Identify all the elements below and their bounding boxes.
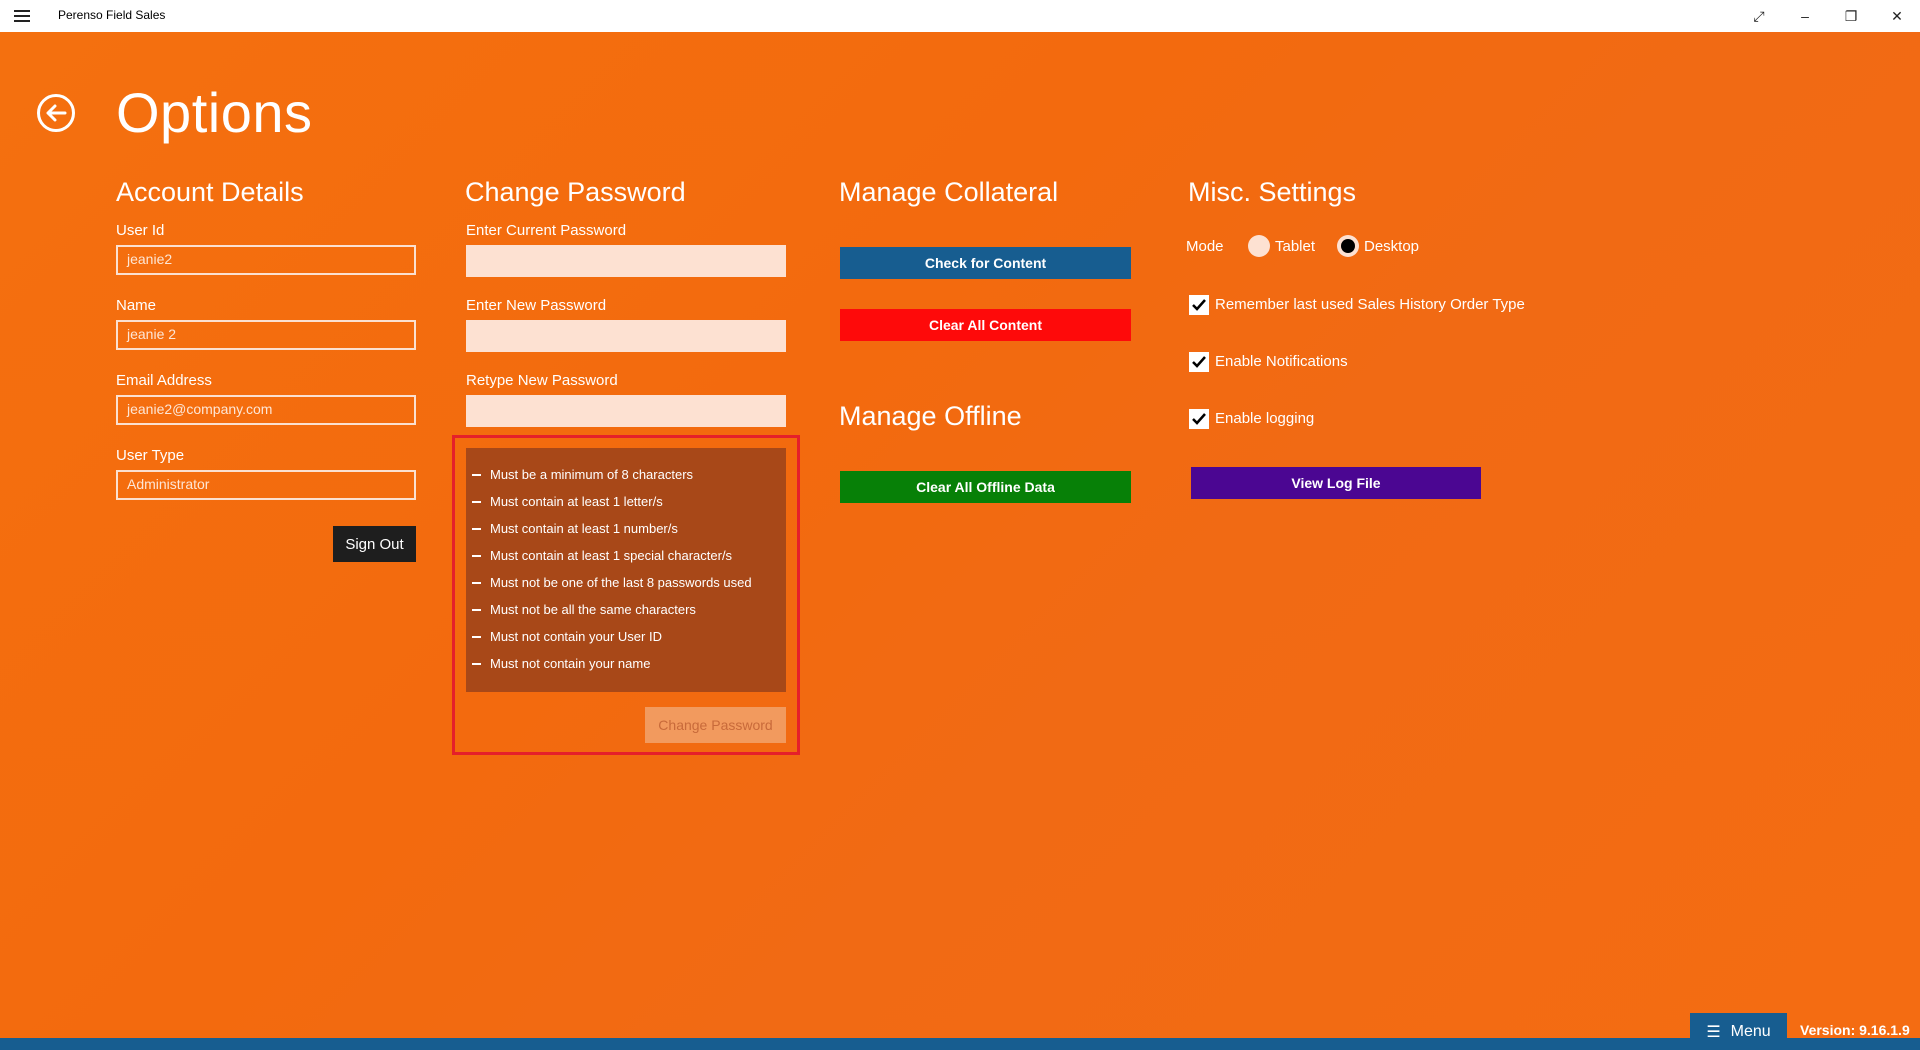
enable-logging-label: Enable logging [1215, 410, 1315, 427]
manage-offline-heading: Manage Offline [839, 401, 1022, 431]
mode-desktop-radio[interactable] [1337, 235, 1359, 257]
radio-dot-icon [1341, 239, 1355, 253]
user-id-label: User Id [116, 222, 165, 239]
name-label: Name [116, 297, 157, 314]
restore-button[interactable]: ❐ [1828, 0, 1874, 32]
password-rule: Must contain at least 1 letter/s [472, 494, 663, 509]
remember-order-type-label: Remember last used Sales History Order T… [1215, 296, 1525, 313]
email-label: Email Address [116, 372, 212, 389]
close-button[interactable]: ✕ [1874, 0, 1920, 32]
user-id-field[interactable]: jeanie2 [116, 245, 416, 275]
sign-out-button[interactable]: Sign Out [333, 526, 416, 562]
enable-notifications-label: Enable Notifications [1215, 353, 1348, 370]
hamburger-icon[interactable] [14, 8, 30, 24]
dash-icon [472, 527, 481, 530]
dash-icon [472, 581, 481, 584]
password-rule: Must contain at least 1 special characte… [472, 548, 732, 563]
menu-icon: ☰ [1706, 1023, 1721, 1041]
dash-icon [472, 473, 481, 476]
dash-icon [472, 635, 481, 638]
minimize-button[interactable]: – [1782, 0, 1828, 32]
current-password-label: Enter Current Password [466, 222, 627, 239]
remember-order-type-checkbox[interactable] [1189, 295, 1209, 315]
checkmark-icon [1192, 299, 1206, 311]
mode-label: Mode [1186, 238, 1224, 255]
misc-settings-heading: Misc. Settings [1188, 177, 1357, 207]
current-password-input[interactable] [466, 245, 786, 277]
menu-label: Menu [1730, 1022, 1771, 1040]
dash-icon [472, 608, 481, 611]
clear-offline-data-button[interactable]: Clear All Offline Data [840, 471, 1131, 503]
checkmark-icon [1192, 413, 1206, 425]
app-title: Perenso Field Sales [58, 8, 166, 22]
checkmark-icon [1192, 356, 1206, 368]
arrow-left-icon [46, 104, 67, 122]
menu-button[interactable]: ☰ Menu [1690, 1013, 1787, 1050]
manage-collateral-heading: Manage Collateral [839, 177, 1059, 207]
change-password-button[interactable]: Change Password [645, 707, 786, 743]
mode-tablet-label: Tablet [1275, 238, 1316, 255]
page-title: Options [116, 81, 313, 144]
check-for-content-button[interactable]: Check for Content [840, 247, 1131, 279]
dash-icon [472, 500, 481, 503]
expand-icon[interactable]: ⤢ [1736, 0, 1782, 32]
retype-password-label: Retype New Password [466, 372, 618, 389]
account-details-heading: Account Details [116, 177, 304, 207]
email-field[interactable]: jeanie2@company.com [116, 395, 416, 425]
enable-notifications-checkbox[interactable] [1189, 352, 1209, 372]
password-rule: Must not be all the same characters [472, 602, 696, 617]
title-bar: Perenso Field Sales ⤢ – ❐ ✕ [0, 0, 1920, 32]
user-type-field[interactable]: Administrator [116, 470, 416, 500]
view-log-file-button[interactable]: View Log File [1191, 467, 1481, 499]
user-type-label: User Type [116, 447, 185, 464]
bottom-app-bar [0, 1038, 1920, 1050]
password-rule: Must contain at least 1 number/s [472, 521, 678, 536]
back-button[interactable] [37, 94, 75, 132]
retype-password-input[interactable] [466, 395, 786, 427]
mode-desktop-label: Desktop [1364, 238, 1420, 255]
enable-logging-checkbox[interactable] [1189, 409, 1209, 429]
dash-icon [472, 554, 481, 557]
name-field[interactable]: jeanie 2 [116, 320, 416, 350]
password-rule: Must not contain your User ID [472, 629, 662, 644]
new-password-input[interactable] [466, 320, 786, 352]
new-password-label: Enter New Password [466, 297, 607, 314]
dash-icon [472, 662, 481, 665]
password-rule: Must not contain your name [472, 656, 650, 671]
mode-tablet-radio[interactable] [1248, 235, 1270, 257]
password-rule: Must be a minimum of 8 characters [472, 467, 693, 482]
version-label: Version: 9.16.1.9 [1800, 1022, 1910, 1038]
clear-all-content-button[interactable]: Clear All Content [840, 309, 1131, 341]
password-rule: Must not be one of the last 8 passwords … [472, 575, 752, 590]
change-password-heading: Change Password [465, 177, 686, 207]
